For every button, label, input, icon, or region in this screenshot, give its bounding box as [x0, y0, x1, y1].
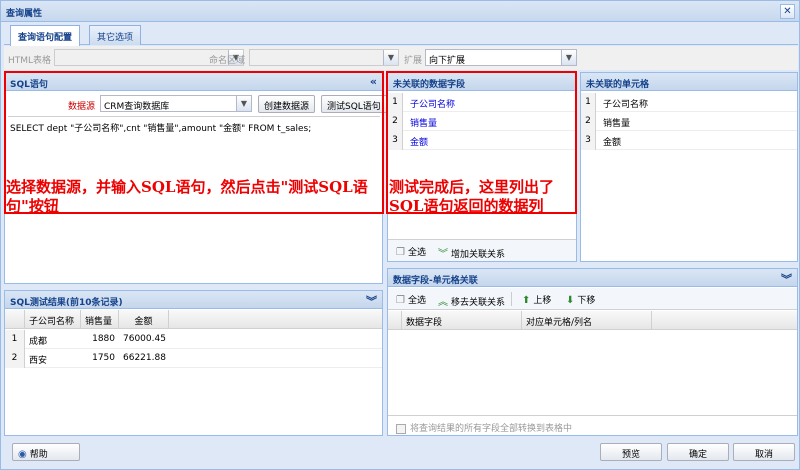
row-number: 1	[5, 330, 25, 349]
chevron-down-icon[interactable]: ▼	[383, 50, 398, 65]
test-result-grid-header: 子公司名称 销售量 金额	[5, 310, 382, 329]
double-chevron-down-icon[interactable]: ︾	[781, 271, 792, 287]
copy-icon: ❐	[396, 247, 405, 258]
select-all-label: 全选	[407, 248, 426, 258]
rownum-header	[5, 310, 25, 329]
double-chevron-down-icon[interactable]: ︾	[366, 293, 377, 309]
cell-name: 子公司名称	[603, 100, 649, 110]
select-all-button[interactable]: ❐ 全选	[394, 242, 428, 260]
help-button[interactable]: ◉ 帮助	[12, 443, 80, 461]
close-icon[interactable]: ✕	[780, 4, 795, 19]
arrow-up-icon: ⬆	[522, 295, 531, 306]
column-header[interactable]: 数据字段	[402, 311, 522, 330]
add-link-label: 增加关联关系	[451, 250, 506, 260]
unlinked-cells-header: 未关联的单元格	[581, 73, 797, 91]
html-table-label: HTML表格	[8, 56, 52, 66]
convert-all-checkbox-row[interactable]: 将查询结果的所有字段全部转换到表格中	[388, 415, 797, 435]
tab-other-options[interactable]: 其它选项	[89, 25, 142, 45]
select-all-button[interactable]: ❐ 全选	[394, 290, 428, 308]
remove-link-label: 移去关联关系	[451, 298, 506, 308]
table-cell: 1880	[92, 334, 115, 344]
unlinked-fields-toolbar: ❐ 全选 ︾ 增加关联关系	[388, 239, 576, 261]
named-area-label: 命名区域	[209, 56, 246, 66]
help-label: 帮助	[29, 450, 48, 460]
list-item[interactable]: 3 金额	[581, 131, 797, 150]
table-cell: 1750	[92, 353, 115, 363]
preview-button[interactable]: 预览	[600, 443, 662, 461]
expand-value: 向下扩展	[429, 56, 466, 66]
move-up-label: 上移	[533, 296, 552, 306]
table-cell: 西安	[29, 356, 48, 366]
field-cell-link-panel: 数据字段-单元格关联 ︾ ❐ 全选 ︽ 移去关联关系 ⬆ 上移 ⬇ 下移 数据字段 对应…	[387, 268, 798, 436]
column-header[interactable]: 子公司名称	[25, 310, 81, 329]
copy-icon: ❐	[396, 295, 405, 306]
toolbar-separator	[511, 292, 512, 306]
chevron-down-icon[interactable]: ▼	[561, 50, 576, 65]
tab-query-config[interactable]: 查询语句配置	[10, 25, 81, 46]
table-row[interactable]: 2 西安 1750 66221.88	[5, 349, 382, 368]
list-item[interactable]: 1 子公司名称	[581, 93, 797, 112]
cell-name: 金额	[603, 138, 622, 148]
cell-name: 销售量	[603, 119, 631, 129]
dialog-title: 查询属性	[6, 9, 43, 19]
move-up-button[interactable]: ⬆ 上移	[520, 290, 553, 308]
double-chevron-up-icon: ︽	[438, 297, 448, 308]
expand-combo[interactable]: 向下扩展 ▼	[425, 49, 577, 66]
table-row[interactable]: 1 成都 1880 76000.45	[5, 330, 382, 349]
select-all-label: 全选	[407, 296, 426, 306]
arrow-down-icon: ⬇	[566, 295, 575, 306]
unlinked-cells-panel: 未关联的单元格 1 子公司名称 2 销售量 3 金额	[580, 72, 798, 262]
row-number: 3	[581, 131, 596, 150]
column-header[interactable]: 销售量	[81, 310, 119, 329]
options-toolbar: HTML表格 ▼ 命名区域 ▼ 扩展 向下扩展 ▼	[4, 46, 798, 70]
table-cell: 76000.45	[123, 334, 166, 344]
row-number: 1	[581, 93, 596, 112]
column-header[interactable]: 金额	[119, 310, 169, 329]
move-down-label: 下移	[577, 296, 596, 306]
row-number: 2	[5, 349, 25, 368]
ok-button[interactable]: 确定	[667, 443, 729, 461]
dialog-footer: ◉ 帮助 预览 确定 取消	[4, 439, 798, 467]
help-icon: ◉	[18, 449, 27, 460]
query-properties-dialog: 查询属性 ✕ 查询语句配置 其它选项 HTML表格 ▼ 命名区域 ▼ 扩展 向下…	[0, 0, 800, 470]
test-result-title: SQL测试结果(前10条记录)	[10, 298, 123, 308]
remove-link-button[interactable]: ︽ 移去关联关系	[436, 290, 507, 308]
convert-all-label: 将查询结果的所有字段全部转换到表格中	[410, 424, 573, 434]
link-panel-title: 数据字段-单元格关联	[393, 276, 478, 286]
tab-strip: 查询语句配置 其它选项	[4, 23, 798, 46]
link-grid-header: 数据字段 对应单元格/列名	[388, 311, 797, 330]
named-area-combo[interactable]: ▼	[249, 49, 399, 66]
column-header[interactable]: 对应单元格/列名	[522, 311, 652, 330]
title-bar[interactable]: 查询属性 ✕	[1, 1, 799, 22]
list-item[interactable]: 2 销售量	[581, 112, 797, 131]
link-panel-header: 数据字段-单元格关联 ︾	[388, 269, 797, 287]
fields-annotation-text: 测试完成后，这里列出了SQL语句返回的数据列	[389, 178, 555, 215]
convert-all-checkbox[interactable]	[396, 423, 406, 434]
table-cell: 66221.88	[123, 353, 166, 363]
cancel-button[interactable]: 取消	[733, 443, 795, 461]
test-result-header: SQL测试结果(前10条记录) ︾	[5, 291, 382, 309]
row-number: 2	[581, 112, 596, 131]
move-down-button[interactable]: ⬇ 下移	[564, 290, 597, 308]
sql-test-result-panel: SQL测试结果(前10条记录) ︾ 子公司名称 销售量 金额 1 成都 1880…	[4, 290, 383, 436]
double-chevron-down-icon: ︾	[438, 249, 448, 260]
sql-annotation-text: 选择数据源，并输入SQL语句，然后点击"测试SQL语句"按钮	[6, 178, 368, 215]
table-cell: 成都	[29, 337, 48, 347]
add-link-button[interactable]: ︾ 增加关联关系	[436, 242, 507, 260]
unlinked-cells-title: 未关联的单元格	[586, 80, 650, 90]
expand-label: 扩展	[404, 56, 423, 66]
link-panel-toolbar: ❐ 全选 ︽ 移去关联关系 ⬆ 上移 ⬇ 下移	[388, 288, 797, 310]
rownum-header	[388, 311, 402, 330]
